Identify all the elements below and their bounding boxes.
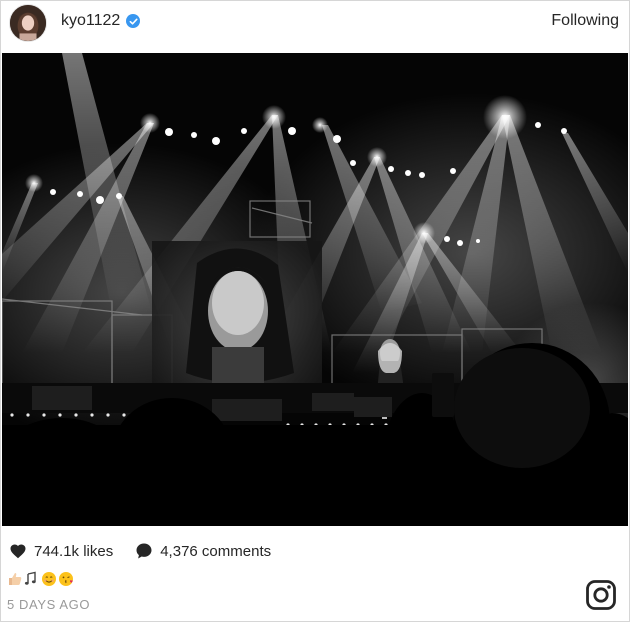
username-text[interactable]: kyo1122 xyxy=(61,12,120,30)
heart-icon[interactable] xyxy=(9,543,27,559)
username-link[interactable]: kyo1122 xyxy=(61,12,141,30)
comments-count: 4,376 comments xyxy=(160,542,272,560)
comment-bubble-icon[interactable] xyxy=(135,542,153,560)
post-timestamp: 5 DAYS AGO xyxy=(7,597,91,612)
post-stats: 744.1k likes 4,376 comments xyxy=(9,542,293,560)
post-header: kyo1122 Following xyxy=(1,1,629,45)
kissing-face-icon xyxy=(59,572,73,586)
music-notes-icon xyxy=(24,571,36,585)
concert-photo-image xyxy=(2,53,628,526)
following-button[interactable]: Following xyxy=(551,12,619,30)
post-photo[interactable] xyxy=(2,53,628,526)
comments-stat[interactable]: 4,376 comments xyxy=(135,542,271,560)
instagram-post-card: kyo1122 Following 744.1k likes 4,376 com… xyxy=(0,0,630,622)
likes-count: 744.1k likes xyxy=(34,542,114,560)
smiling-face-icon xyxy=(42,572,56,586)
verified-badge-icon xyxy=(126,14,141,28)
likes-stat[interactable]: 744.1k likes xyxy=(9,543,113,560)
post-caption xyxy=(7,569,74,589)
instagram-icon[interactable] xyxy=(585,579,617,611)
thumbs-up-icon xyxy=(9,573,22,585)
avatar[interactable] xyxy=(9,4,47,42)
